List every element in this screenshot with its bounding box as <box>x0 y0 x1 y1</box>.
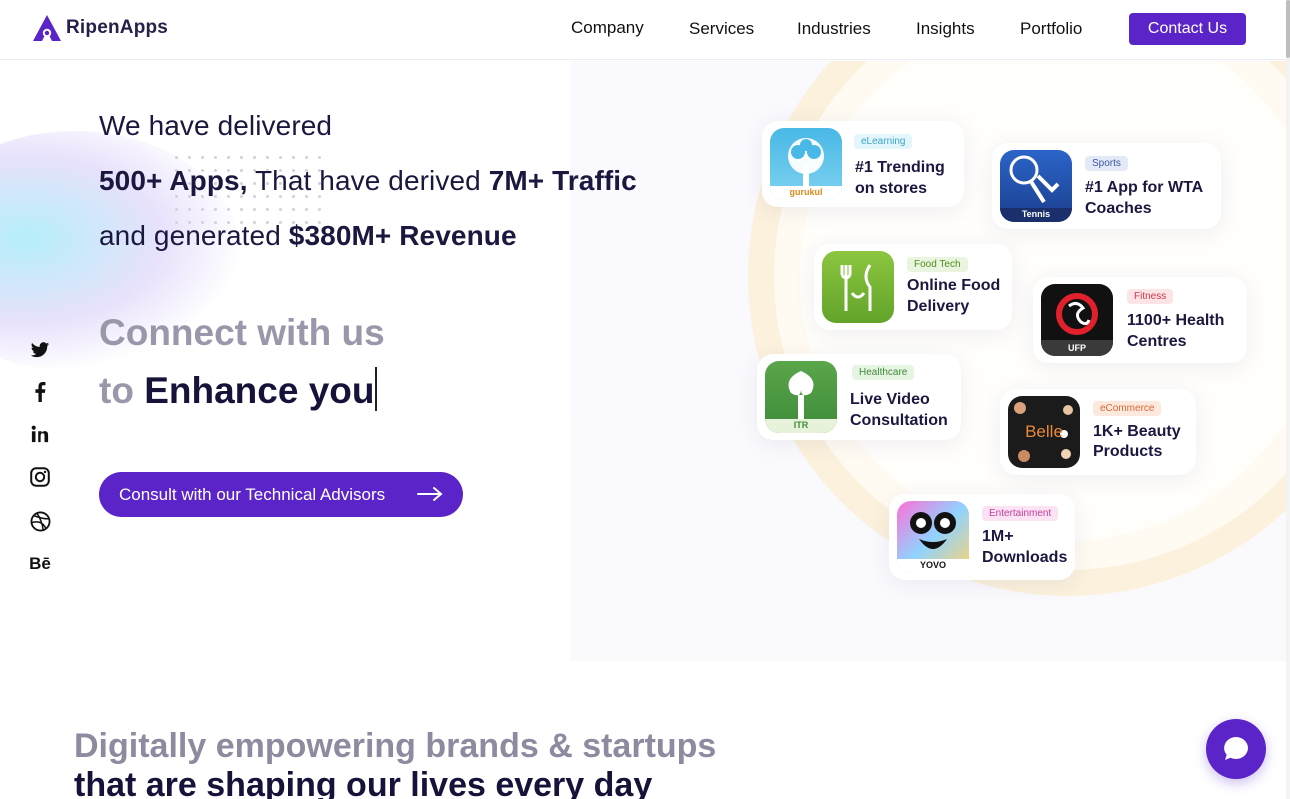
tag-sports: Sports <box>1085 156 1128 171</box>
brand-logo[interactable]: RipenApps <box>32 14 168 42</box>
hero-line-1-text: We have delivered <box>99 110 333 141</box>
gurukul-label: gurukul <box>789 187 823 197</box>
connect-heading: Connect with us <box>99 312 385 353</box>
typed-text: Enhance you <box>144 370 375 411</box>
nav-industries[interactable]: Industries <box>797 19 871 39</box>
to-text: to <box>99 370 145 411</box>
hero-line-3: and generated $380M+ Revenue <box>99 220 517 252</box>
tag-entertainment: Entertainment <box>982 506 1059 521</box>
tag-healthcare: Healthcare <box>852 365 915 380</box>
gurukul-app-icon: gurukul <box>770 128 842 200</box>
ufp-app-icon: UFP <box>1041 284 1113 356</box>
linkedin-icon[interactable] <box>28 422 52 446</box>
dribbble-icon[interactable] <box>28 509 52 533</box>
facebook-icon[interactable] <box>28 380 52 404</box>
portfolio-card-elearning[interactable]: gurukul eLearning #1 Trending on stores <box>762 121 964 207</box>
enhance-heading: to Enhance you <box>99 367 378 412</box>
tennis-label: Tennis <box>1021 209 1051 219</box>
hero-line-1: We have delivered <box>99 110 332 142</box>
portfolio-card-ecommerce[interactable]: Belle eCommerce 1K+ Beauty Products <box>1000 389 1196 475</box>
food-app-icon <box>822 251 894 323</box>
hero-line-2: 500+ Apps, That have derived 7M+ Traffic <box>99 165 637 197</box>
yovo-label: YOVO <box>919 560 946 570</box>
card-title-line-2: Delivery <box>907 298 970 315</box>
consult-advisors-button[interactable]: Consult with our Technical Advisors <box>99 472 463 517</box>
scrollbar-thumb[interactable] <box>1286 0 1290 58</box>
card-title-line-2: Coaches <box>1085 200 1152 217</box>
section-heading-line-1: Digitally empowering brands & startups <box>74 727 717 765</box>
portfolio-card-sports[interactable]: Tennis Sports #1 App for WTA Coaches <box>992 143 1221 229</box>
card-title-line-2: Consultation <box>850 412 948 429</box>
tennis-app-icon: Tennis <box>1000 150 1072 222</box>
tag-elearning: eLearning <box>854 134 913 149</box>
page-scrollbar[interactable] <box>1286 0 1290 799</box>
nav-portfolio[interactable]: Portfolio <box>1020 19 1082 39</box>
site-header: RipenApps Company Services Industries In… <box>0 0 1286 60</box>
yovo-app-icon: YOVO <box>897 501 969 573</box>
card-title-line-2: Products <box>1093 443 1163 460</box>
brand-name: RipenApps <box>66 17 169 38</box>
tag-fitness: Fitness <box>1127 289 1174 304</box>
portfolio-card-entertainment[interactable]: YOVO Entertainment 1M+ Downloads <box>889 494 1075 580</box>
card-title-line-2: Downloads <box>982 549 1068 566</box>
behance-icon[interactable]: Bē <box>28 552 52 576</box>
nav-company[interactable]: Company <box>571 18 644 38</box>
card-title-line-1: #1 Trending <box>855 159 945 176</box>
section-heading-line-2: that are shaping our lives every day <box>74 766 653 799</box>
portfolio-card-healthcare[interactable]: ITR Healthcare Live Video Consultation <box>757 354 961 440</box>
itr-app-icon: ITR <box>765 361 837 433</box>
hero-line-2-mid: That have derived <box>247 165 489 196</box>
chat-widget-button[interactable] <box>1206 719 1266 779</box>
nav-services[interactable]: Services <box>689 19 754 39</box>
card-title-line-2: on stores <box>855 180 928 197</box>
tag-foodtech: Food Tech <box>907 257 968 272</box>
card-title-line-2: Centres <box>1127 333 1187 350</box>
ufp-label: UFP <box>1068 343 1086 353</box>
card-title-line-1: 1K+ Beauty <box>1093 423 1181 440</box>
contact-us-button[interactable]: Contact Us <box>1129 13 1246 45</box>
belle-app-icon: Belle <box>1008 396 1080 468</box>
revenue-count: $380M+ Revenue <box>288 220 517 251</box>
apps-count: 500+ Apps, <box>99 165 248 196</box>
instagram-icon[interactable] <box>28 465 52 489</box>
arrow-right-icon <box>417 487 443 501</box>
card-title-line-1: #1 App for WTA <box>1085 179 1204 196</box>
itr-label: ITR <box>793 420 809 430</box>
card-title-line-1: Live Video <box>850 391 930 408</box>
tag-ecommerce: eCommerce <box>1093 401 1162 416</box>
nav-insights[interactable]: Insights <box>916 19 975 39</box>
cta-label: Consult with our Technical Advisors <box>119 484 386 504</box>
card-title-line-1: 1M+ <box>982 528 1014 545</box>
traffic-count: 7M+ Traffic <box>488 165 637 196</box>
card-title-line-1: Online Food <box>907 277 1001 294</box>
typing-caret <box>375 367 378 411</box>
belle-label: Belle <box>1025 422 1063 441</box>
card-title-line-1: 1100+ Health <box>1127 312 1225 329</box>
hero-line-3-pre: and generated <box>99 220 289 251</box>
twitter-icon[interactable] <box>28 338 52 362</box>
portfolio-card-fitness[interactable]: UFP Fitness 1100+ Health Centres <box>1033 277 1247 363</box>
chat-bubble-icon <box>1224 737 1248 760</box>
ripenapps-logo-icon <box>33 15 61 41</box>
portfolio-card-foodtech[interactable]: Food Tech Online Food Delivery <box>814 244 1012 330</box>
